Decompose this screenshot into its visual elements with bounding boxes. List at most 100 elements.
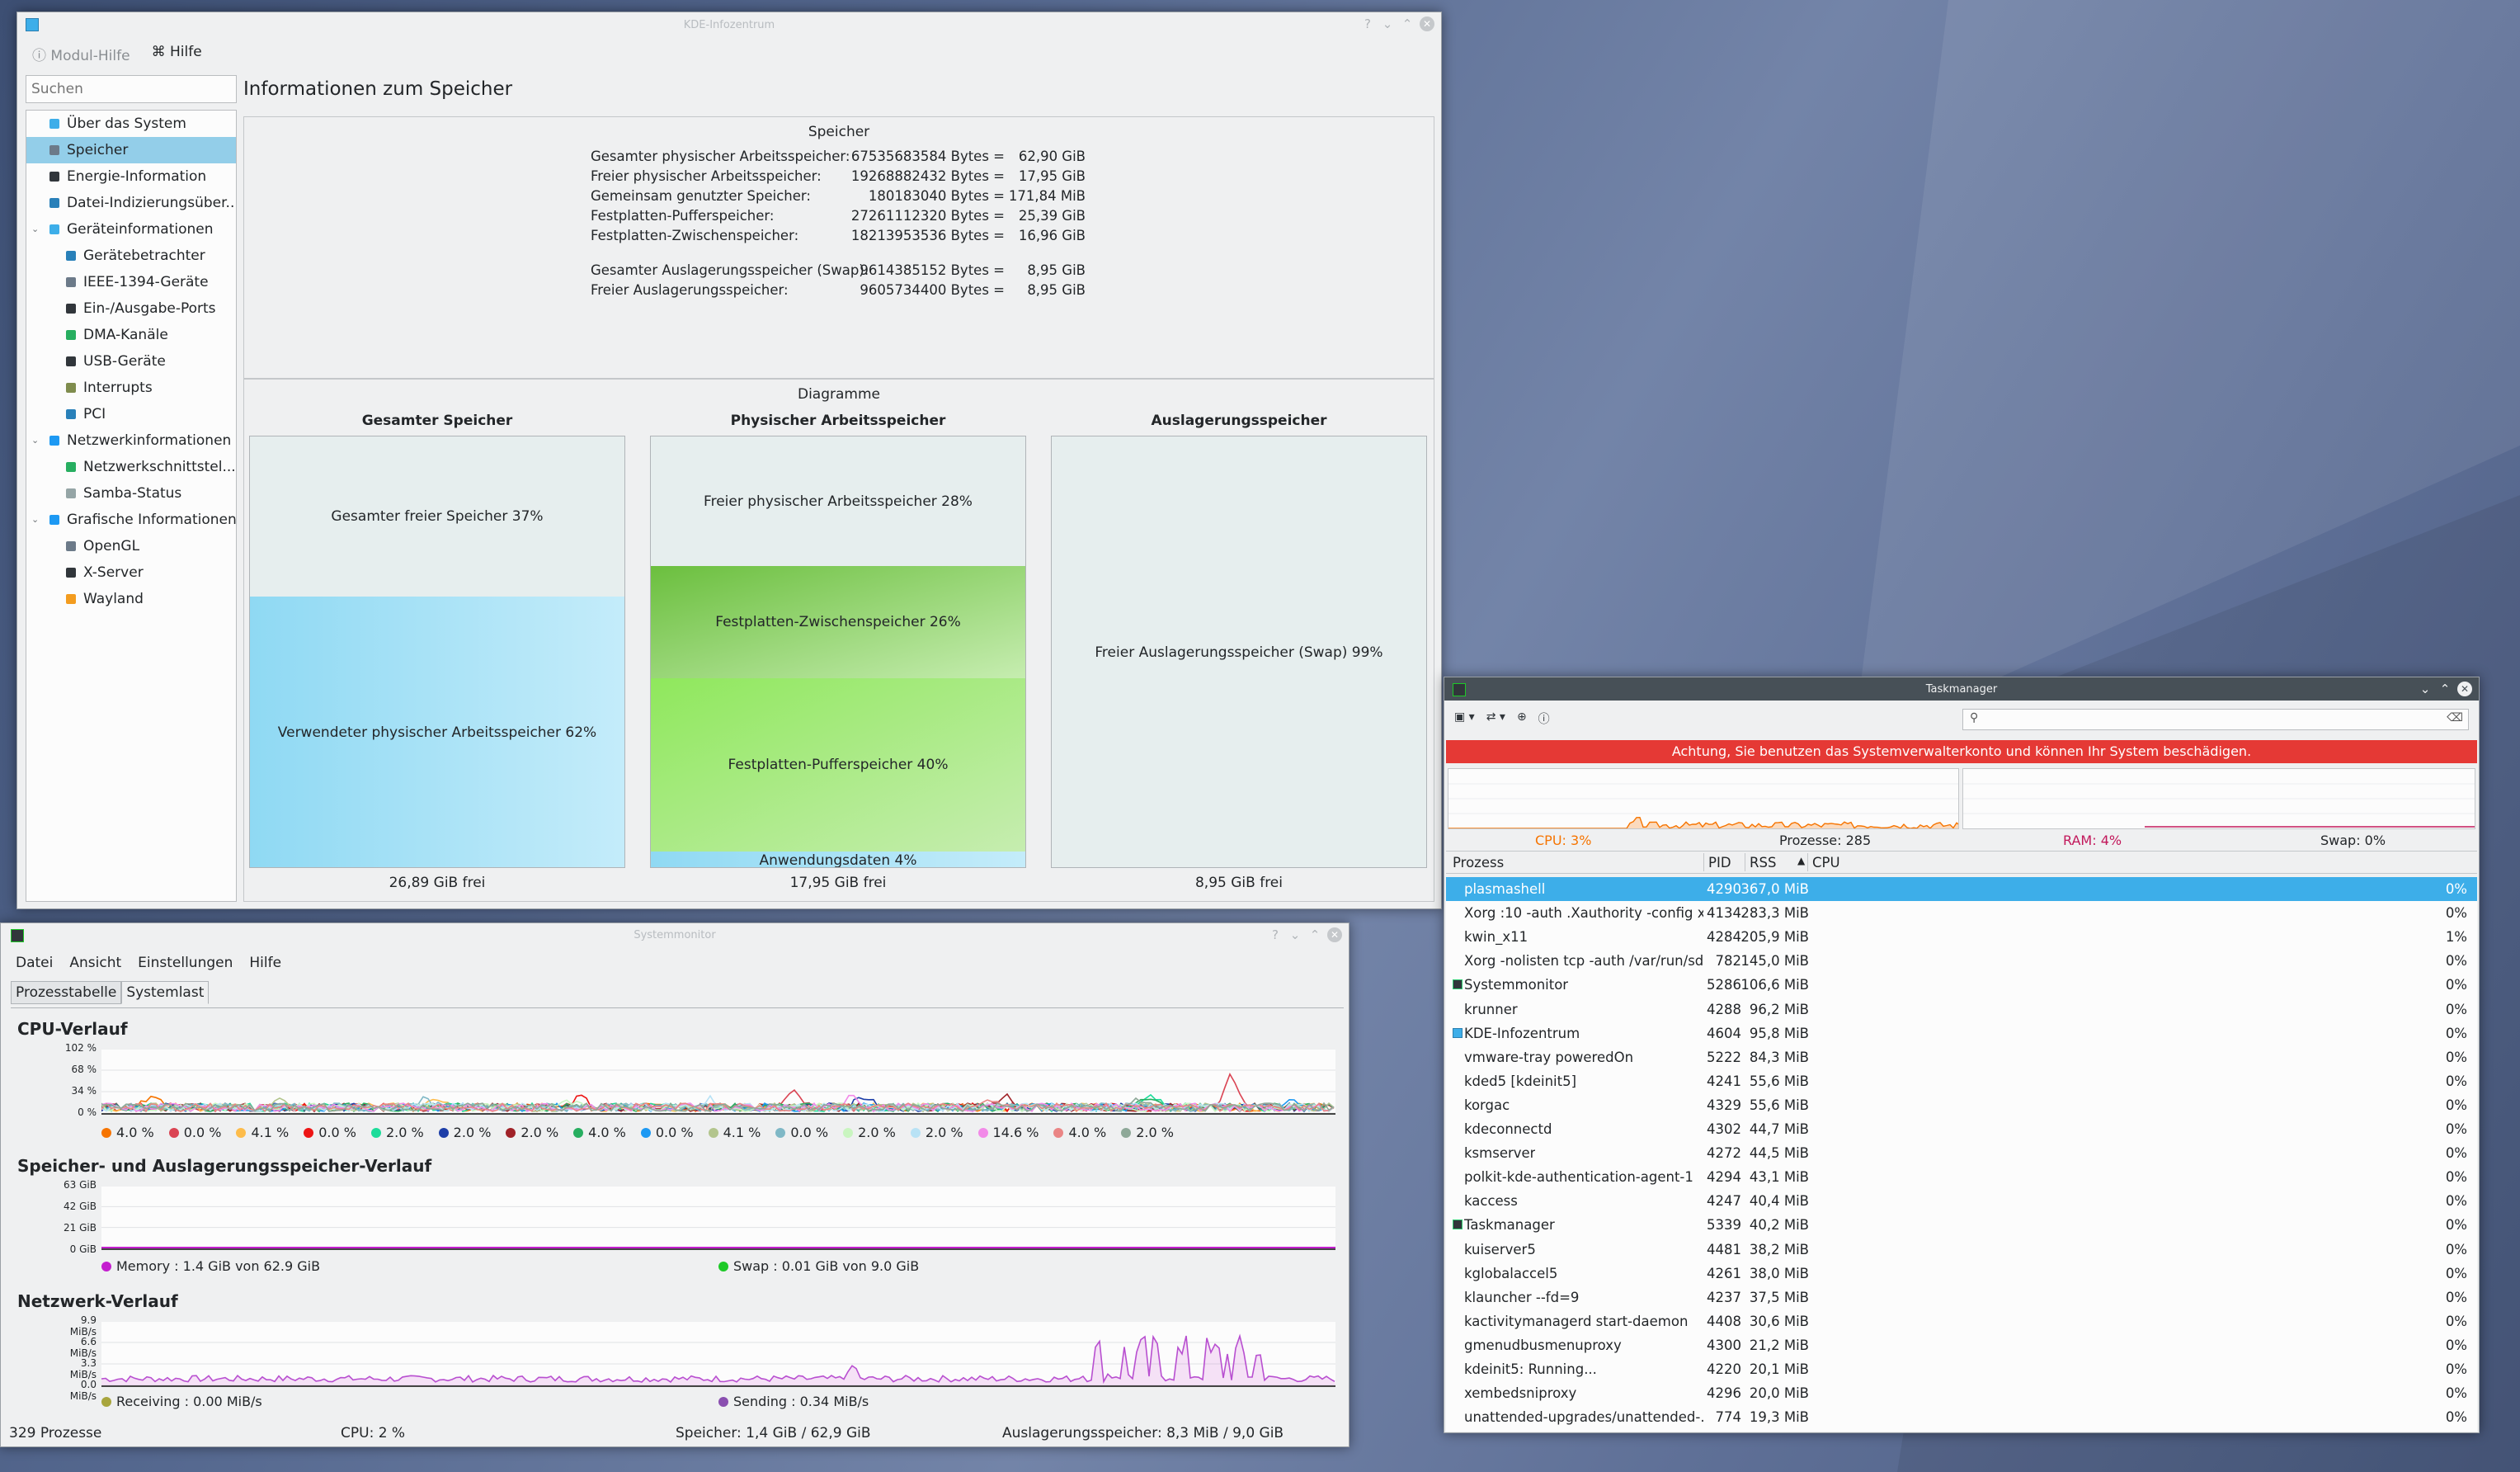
- help-icon[interactable]: ?: [1268, 927, 1283, 942]
- help-menu-button[interactable]: ⌘ Hilfe: [152, 44, 202, 64]
- sidebar-item[interactable]: USB-Geräte: [26, 348, 236, 375]
- process-row[interactable]: kglobalaccel5 4261 38,0 MiB 0%: [1446, 1262, 2477, 1286]
- process-pid: 774: [1715, 1409, 1742, 1426]
- sidebar-item[interactable]: Ein-/Ausgabe-Ports: [26, 295, 236, 322]
- sidebar-item[interactable]: Speicher: [26, 137, 236, 163]
- process-row[interactable]: plasmashell 4290 367,0 MiB 0%: [1446, 877, 2477, 901]
- window-view-icon[interactable]: ▣ ▾: [1454, 710, 1475, 727]
- systemmonitor-titlebar[interactable]: Systemmonitor ? ⌄ ⌃ ✕: [1, 923, 1349, 946]
- crosshair-icon[interactable]: ⊕: [1517, 710, 1527, 727]
- process-row[interactable]: Systemmonitor 5286 106,6 MiB 0%: [1446, 973, 2477, 997]
- tab[interactable]: Prozesstabelle: [11, 981, 122, 1004]
- close-icon[interactable]: ✕: [2457, 682, 2472, 696]
- minimize-icon[interactable]: ⌄: [2418, 682, 2433, 696]
- info-icon[interactable]: ⓘ: [1538, 710, 1550, 727]
- column-header[interactable]: CPU: [1812, 855, 1840, 870]
- process-row[interactable]: xembedsniproxy 4296 20,0 MiB 0%: [1446, 1381, 2477, 1405]
- legend-dot: [506, 1127, 516, 1138]
- process-row[interactable]: kactivitymanagerd start-daemon 4408 30,6 M…: [1446, 1309, 2477, 1333]
- menu-item[interactable]: Hilfe: [249, 955, 281, 971]
- sidebar-item[interactable]: Interrupts: [26, 375, 236, 401]
- sort-icon[interactable]: ⇄ ▾: [1486, 710, 1505, 727]
- process-row[interactable]: polkit-kde-authentication-agent-1 4294 43,…: [1446, 1165, 2477, 1189]
- cpu-legend: 4.0 % 0.0 % 4.1 % 0.0 % 2.0 % 2.0 % 2.0 % 4.0 %…: [101, 1125, 1189, 1140]
- help-icon[interactable]: ?: [1360, 17, 1375, 31]
- taskmanager-titlebar[interactable]: Taskmanager ⌄ ⌃ ✕: [1444, 677, 2479, 701]
- process-row[interactable]: unattended-upgrades/unattended-... 774 19,…: [1446, 1405, 2477, 1429]
- diagram-heading: Diagramme: [797, 386, 880, 403]
- column-header[interactable]: RSS: [1750, 855, 1776, 870]
- process-row[interactable]: kaccess 4247 40,4 MiB 0%: [1446, 1189, 2477, 1213]
- chevron-down-icon[interactable]: ⌄: [31, 224, 39, 234]
- sidebar-item[interactable]: ⌄ Grafische Informationen: [26, 507, 236, 533]
- tab[interactable]: Systemlast: [121, 981, 210, 1004]
- search-input[interactable]: [26, 75, 237, 103]
- process-row[interactable]: gmenudbusmenuproxy 4300 21,2 MiB 0%: [1446, 1333, 2477, 1357]
- close-icon[interactable]: ✕: [1420, 17, 1434, 31]
- process-row[interactable]: kded5 [kdeinit5] 4241 55,6 MiB 0%: [1446, 1069, 2477, 1093]
- process-rss: 19,3 MiB: [1749, 1409, 1809, 1426]
- menu-item[interactable]: Datei: [16, 955, 53, 971]
- sidebar-item[interactable]: Gerätebetrachter: [26, 243, 236, 269]
- maximize-icon[interactable]: ⌃: [1307, 927, 1322, 942]
- memory-row-bytes: 18213953536 Bytes =: [850, 228, 1005, 243]
- sidebar-item[interactable]: Energie-Information: [26, 163, 236, 190]
- minimize-icon[interactable]: ⌄: [1380, 17, 1395, 31]
- memory-row-size: 62,90 GiB: [1018, 149, 1086, 164]
- sidebar-item-label: DMA-Kanäle: [83, 327, 168, 343]
- sidebar-item[interactable]: Datei-Indizierungsüber...: [26, 190, 236, 216]
- toolbar: ▣ ▾ ⇄ ▾ ⊕ ⓘ: [1454, 710, 1550, 727]
- clear-icon[interactable]: ⌫: [2447, 711, 2463, 724]
- ram-usage-label: RAM: 4%: [2063, 833, 2122, 848]
- legend-dot: [843, 1127, 854, 1138]
- process-row[interactable]: krunner 4288 96,2 MiB 0%: [1446, 998, 2477, 1021]
- menu-item[interactable]: Ansicht: [69, 955, 121, 971]
- legend-item: Swap : 0.01 GiB von 9.0 GiB: [718, 1258, 919, 1274]
- sidebar-item[interactable]: IEEE-1394-Geräte: [26, 269, 236, 295]
- sidebar-item[interactable]: OpenGL: [26, 533, 236, 559]
- sidebar-item[interactable]: X-Server: [26, 559, 236, 586]
- maximize-icon[interactable]: ⌃: [1400, 17, 1415, 31]
- process-row[interactable]: klauncher --fd=9 4237 37,5 MiB 0%: [1446, 1286, 2477, 1309]
- memory-row-size: 171,84 MiB: [1008, 188, 1086, 204]
- close-icon[interactable]: ✕: [1327, 927, 1342, 942]
- process-row[interactable]: Xorg -nolisten tcp -auth /var/run/sd... 7…: [1446, 949, 2477, 973]
- process-row[interactable]: vmware-tray poweredOn 5222 84,3 MiB 0%: [1446, 1045, 2477, 1069]
- diagram-panel: Diagramme Gesamter Speicher Gesamter frei…: [243, 379, 1434, 902]
- process-cpu: 0%: [2445, 1145, 2467, 1162]
- sidebar-item-label: Geräteinformationen: [67, 221, 214, 238]
- memory-row-bytes: 9605734400 Bytes =: [860, 282, 1005, 298]
- process-row[interactable]: kuiserver5 4481 38,2 MiB 0%: [1446, 1238, 2477, 1262]
- menu-item[interactable]: Einstellungen: [138, 955, 233, 971]
- sidebar-item[interactable]: ⌄ Geräteinformationen: [26, 216, 236, 243]
- process-search-input[interactable]: ⚲ ⌫: [1962, 709, 2469, 730]
- module-help-button[interactable]: ⓘ Modul-Hilfe: [32, 44, 130, 64]
- sidebar-item[interactable]: DMA-Kanäle: [26, 322, 236, 348]
- process-row[interactable]: kdeconnectd 4302 44,7 MiB 0%: [1446, 1117, 2477, 1141]
- process-row[interactable]: kwin_x11 4284 205,9 MiB 1%: [1446, 925, 2477, 949]
- sidebar-item[interactable]: Wayland: [26, 586, 236, 612]
- process-pid: 4220: [1707, 1361, 1741, 1377]
- sidebar-item[interactable]: Über das System: [26, 111, 236, 137]
- process-pid: 4302: [1707, 1121, 1741, 1137]
- process-row[interactable]: ksmserver 4272 44,5 MiB 0%: [1446, 1141, 2477, 1165]
- minimize-icon[interactable]: ⌄: [1288, 927, 1302, 942]
- process-name: Xorg :10 -auth .Xauthority -config x...: [1464, 905, 1703, 922]
- process-row[interactable]: Xorg :10 -auth .Xauthority -config x... 4…: [1446, 901, 2477, 925]
- process-row[interactable]: Taskmanager 5339 40,2 MiB 0%: [1446, 1213, 2477, 1237]
- chart-segment: Festplatten-Pufferspeicher 40%: [651, 678, 1025, 852]
- sidebar-item[interactable]: Netzwerkschnittstel...: [26, 454, 236, 480]
- sidebar-item[interactable]: PCI: [26, 401, 236, 427]
- sidebar-item[interactable]: ⌄ Netzwerkinformationen: [26, 427, 236, 454]
- process-row[interactable]: KDE-Infozentrum 4604 95,8 MiB 0%: [1446, 1021, 2477, 1045]
- process-rss: 96,2 MiB: [1749, 1001, 1809, 1017]
- column-header[interactable]: Prozess: [1453, 855, 1504, 870]
- column-header[interactable]: PID: [1708, 855, 1731, 870]
- maximize-icon[interactable]: ⌃: [2438, 682, 2452, 696]
- process-row[interactable]: kdeinit5: Running... 4220 20,1 MiB 0%: [1446, 1357, 2477, 1381]
- chevron-down-icon[interactable]: ⌄: [31, 435, 39, 446]
- sidebar-item[interactable]: Samba-Status: [26, 480, 236, 507]
- process-row[interactable]: korgac 4329 55,6 MiB 0%: [1446, 1093, 2477, 1117]
- kinfocenter-titlebar[interactable]: KDE-Infozentrum ? ⌄ ⌃ ✕: [17, 12, 1441, 37]
- chevron-down-icon[interactable]: ⌄: [31, 514, 39, 525]
